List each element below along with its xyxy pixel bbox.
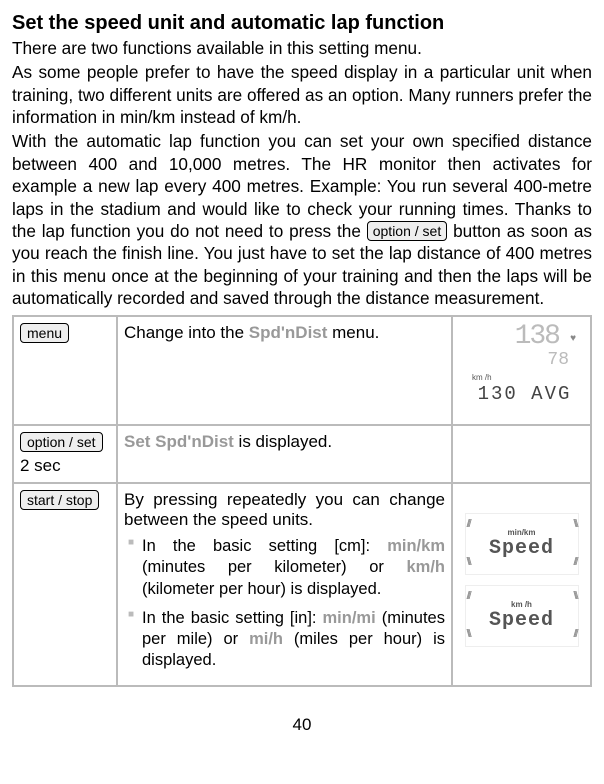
page-number: 40 xyxy=(12,715,592,735)
table-row: menu Change into the Spd'nDist menu. 138… xyxy=(13,316,591,425)
step-description: By pressing repeatedly you can change be… xyxy=(117,483,452,686)
step-description: Change into the Spd'nDist menu. xyxy=(117,316,452,425)
intro-para-1: There are two functions available in thi… xyxy=(12,37,592,59)
step-description: Set Spd'nDist is displayed. xyxy=(117,425,452,483)
intro-para-3: With the automatic lap function you can … xyxy=(12,130,592,309)
lcd-display-icon: ///\\\ min/km Speed \\\/// xyxy=(465,513,579,575)
menu-button: menu xyxy=(20,323,69,343)
intro-para-2: As some people prefer to have the speed … xyxy=(12,61,592,128)
step-button-cell: option / set 2 sec xyxy=(13,425,117,483)
step-display: ///\\\ min/km Speed \\\/// ///\\\ km /h … xyxy=(452,483,591,686)
lcd-display-icon: 138 ♥ 78 km /h 130 AVG xyxy=(464,323,579,418)
option-set-button: option / set xyxy=(20,432,103,452)
list-item: In the basic setting [in]: min/mi (minut… xyxy=(124,608,445,671)
lcd-display-icon: ///\\\ km /h Speed \\\/// xyxy=(465,585,579,647)
hold-duration: 2 sec xyxy=(20,456,110,476)
step-button-cell: menu xyxy=(13,316,117,425)
step-button-cell: start / stop xyxy=(13,483,117,686)
table-row: option / set 2 sec Set Spd'nDist is disp… xyxy=(13,425,591,483)
table-row: start / stop By pressing repeatedly you … xyxy=(13,483,591,686)
instruction-table: menu Change into the Spd'nDist menu. 138… xyxy=(12,315,592,687)
page-title: Set the speed unit and automatic lap fun… xyxy=(12,12,592,35)
list-item: In the basic setting [cm]: min/km (minut… xyxy=(124,536,445,599)
start-stop-button: start / stop xyxy=(20,490,99,510)
bullet-list: In the basic setting [cm]: min/km (minut… xyxy=(124,536,445,671)
option-set-button-inline: option / set xyxy=(367,221,448,241)
step-display: 138 ♥ 78 km /h 130 AVG xyxy=(452,316,591,425)
heart-icon: ♥ xyxy=(570,333,576,344)
step-display xyxy=(452,425,591,483)
